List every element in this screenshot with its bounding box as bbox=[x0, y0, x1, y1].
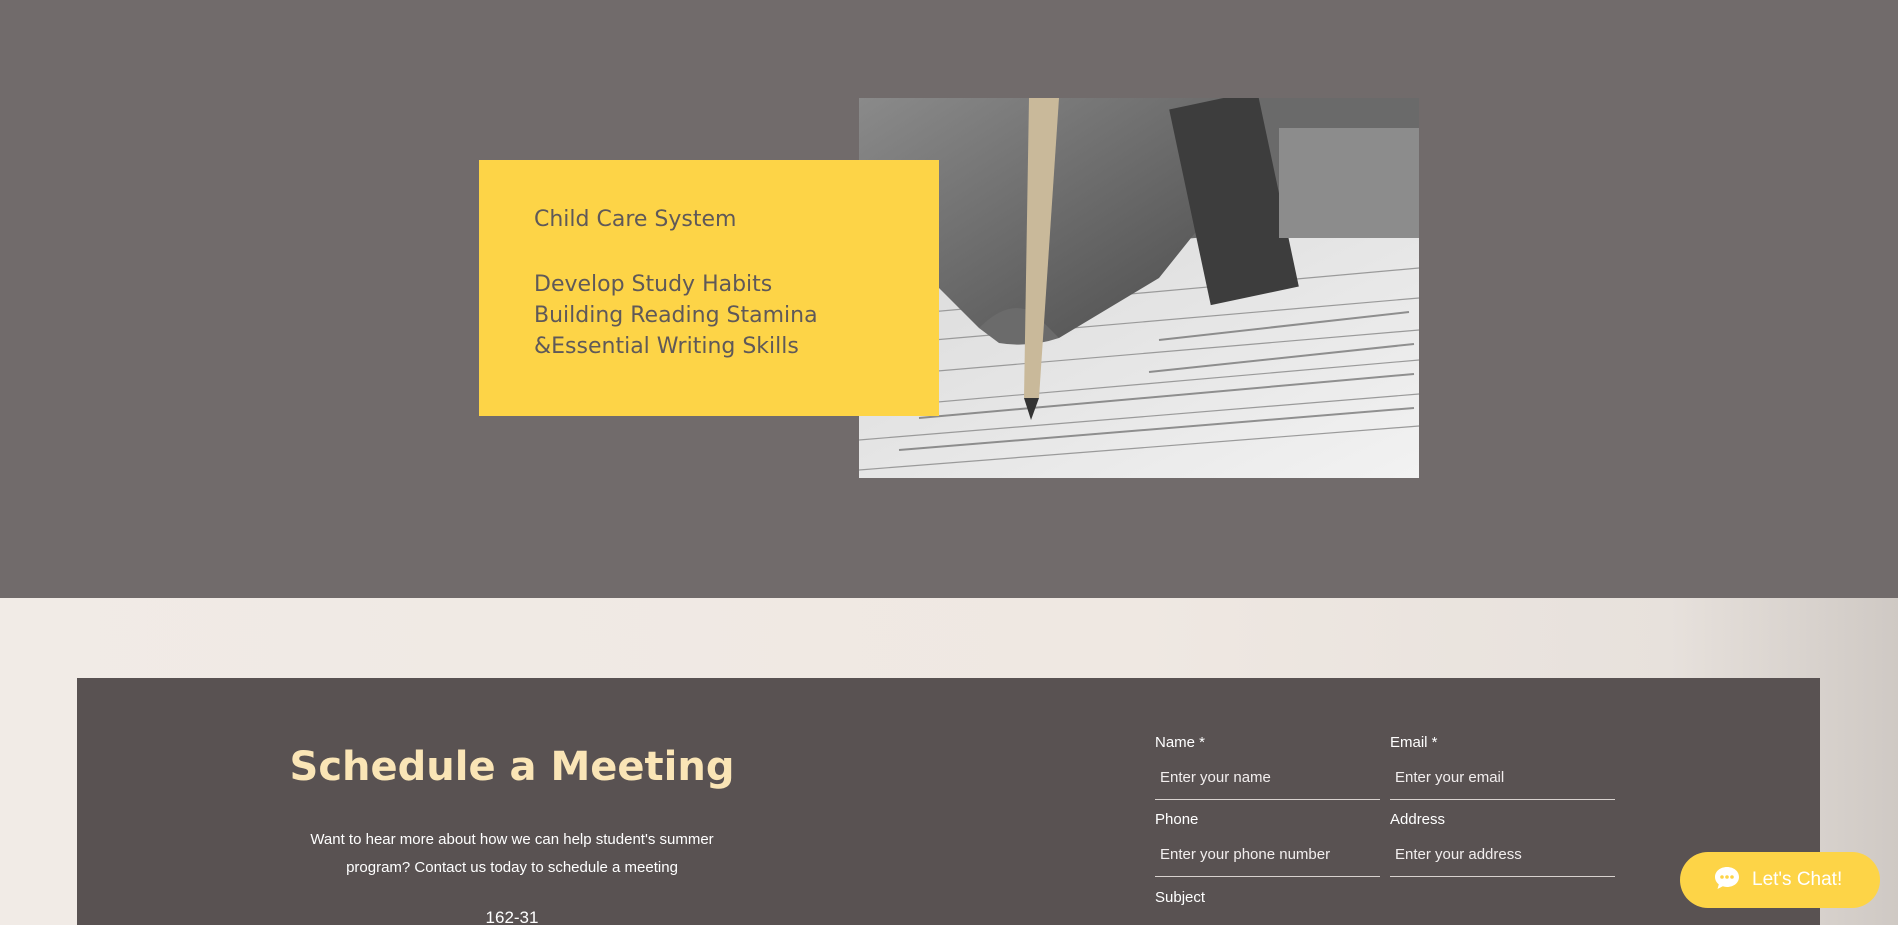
writing-photo bbox=[859, 98, 1419, 478]
meeting-title: Schedule a Meeting bbox=[289, 744, 735, 790]
lets-chat-button[interactable]: Let's Chat! bbox=[1680, 852, 1880, 908]
hero-section: Child Care System Develop Study Habits B… bbox=[0, 0, 1898, 598]
card-title: Child Care System bbox=[534, 207, 737, 232]
name-label: Name * bbox=[1155, 734, 1206, 751]
card-line-reading-stamina: Building Reading Stamina bbox=[534, 303, 818, 328]
chat-label: Let's Chat! bbox=[1752, 869, 1843, 890]
meeting-description: Want to hear more about how we can help … bbox=[310, 831, 714, 876]
name-field: Name * bbox=[1155, 734, 1380, 800]
phone-field: Phone bbox=[1155, 811, 1380, 877]
card-line-study-habits: Develop Study Habits bbox=[534, 272, 773, 297]
phone-input[interactable] bbox=[1155, 845, 1380, 877]
address-field: Address bbox=[1390, 811, 1615, 877]
email-field: Email * bbox=[1390, 734, 1615, 800]
phone-label: Phone bbox=[1155, 811, 1199, 828]
chat-bubble-icon bbox=[1714, 866, 1740, 895]
email-label: Email * bbox=[1390, 734, 1438, 751]
schedule-meeting-section: Schedule a Meeting Want to hear more abo… bbox=[77, 678, 1820, 925]
writing-photo-illustration bbox=[859, 98, 1419, 478]
meeting-phone: 162-31 bbox=[485, 908, 539, 925]
name-input[interactable] bbox=[1155, 768, 1380, 800]
subject-label: Subject bbox=[1155, 889, 1206, 906]
address-label: Address bbox=[1390, 811, 1446, 828]
card-line-writing-skills: &Essential Writing Skills bbox=[534, 334, 799, 359]
subject-field: Subject bbox=[1155, 889, 1380, 909]
email-input[interactable] bbox=[1390, 768, 1615, 800]
feature-card: Child Care System Develop Study Habits B… bbox=[479, 160, 939, 416]
address-input[interactable] bbox=[1390, 845, 1615, 877]
